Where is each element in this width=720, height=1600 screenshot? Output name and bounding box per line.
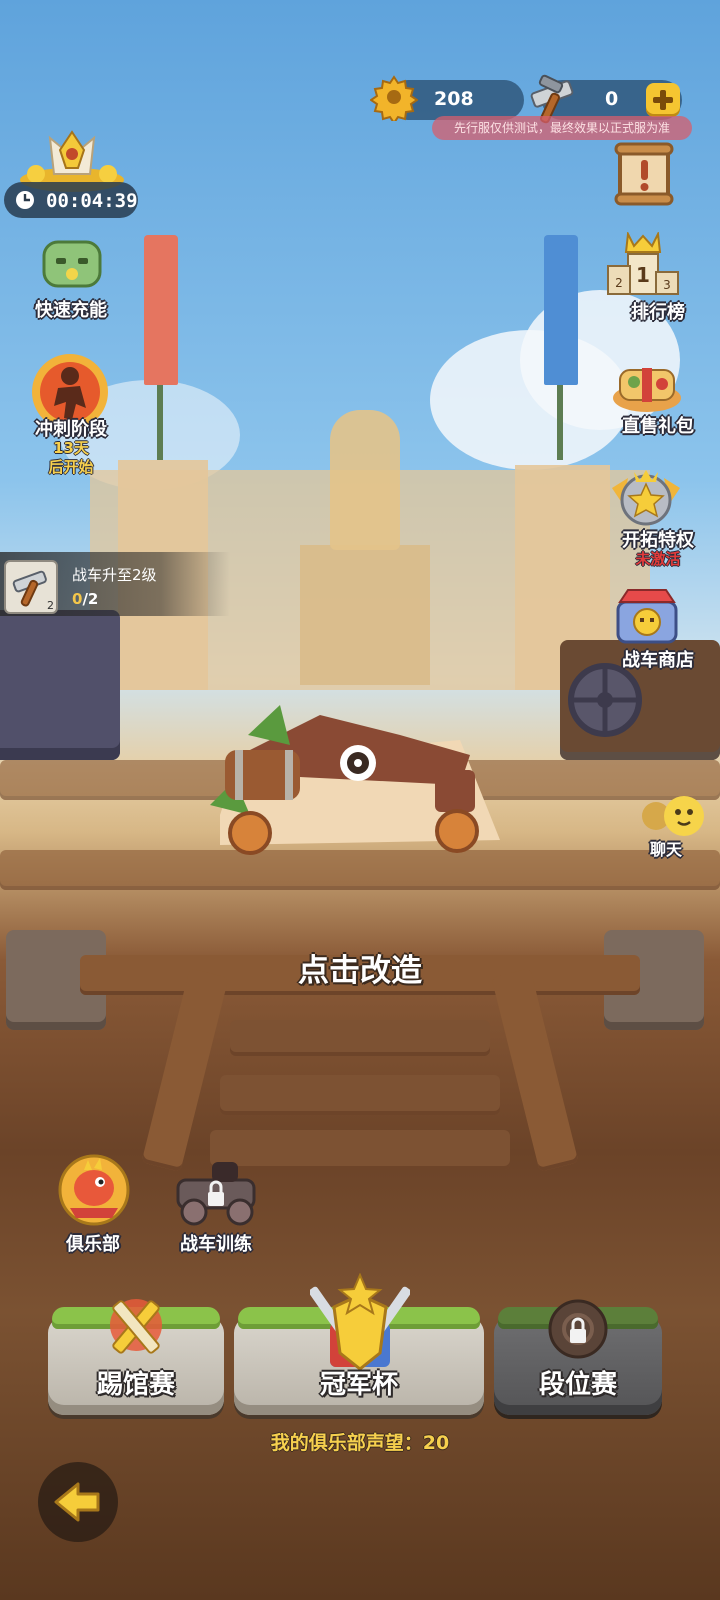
back-button[interactable] <box>38 1462 118 1542</box>
gift-pack-icon[interactable] <box>610 358 684 414</box>
clock-icon <box>16 191 34 209</box>
ranking-trophy-icon[interactable]: 1 2 3 <box>606 232 680 298</box>
chariot-shop-icon[interactable] <box>612 588 682 648</box>
chariot-training-label[interactable]: 战车训练 <box>160 1230 272 1256</box>
floor-plank <box>0 850 720 890</box>
chariot-shop-label[interactable]: 战车商店 <box>598 646 718 672</box>
statue <box>330 410 400 550</box>
challenge-mode-button[interactable]: 踢馆赛 <box>48 1299 224 1415</box>
ranked-mode-label: 段位赛 <box>538 1370 617 1400</box>
tap-to-modify-label[interactable]: 点击改造 <box>0 945 720 990</box>
sprint-start-text: 后开始 <box>48 458 94 476</box>
timer-text: 00:04:39 <box>46 190 138 212</box>
bridge-plank <box>230 1020 490 1056</box>
task-progress-done: 0 <box>72 590 83 608</box>
cart-wheel <box>568 663 642 737</box>
sprint-days: 13天 <box>53 439 89 457</box>
lock-icon <box>548 1299 608 1359</box>
test-server-notice: 先行服仅供测试，最终效果以正式服为准 <box>432 116 692 140</box>
rank-2-text: 2 <box>615 276 623 290</box>
chat-bubble-icon[interactable] <box>638 794 708 840</box>
rank-3-text: 3 <box>663 278 671 292</box>
ranking-label[interactable]: 排行榜 <box>598 298 718 324</box>
add-currency-button[interactable] <box>646 83 680 117</box>
task-title: 战车升至2级 <box>72 566 157 584</box>
red-banner <box>144 235 178 385</box>
gear-count: 208 <box>434 88 474 110</box>
tool-count: 0 <box>605 88 619 110</box>
crossed-swords-icon <box>110 1299 162 1354</box>
bridge-plank <box>220 1075 500 1115</box>
castle-keep <box>300 545 430 685</box>
gift-pack-label[interactable]: 直售礼包 <box>598 412 718 438</box>
chat-label[interactable]: 聊天 <box>636 836 696 860</box>
plus-icon <box>653 90 673 110</box>
task-progress-total: /2 <box>82 590 99 608</box>
quick-charge-icon[interactable] <box>36 236 108 296</box>
chariot-training-icon[interactable] <box>168 1158 264 1228</box>
champion-cup-label: 冠军杯 <box>319 1370 398 1400</box>
challenge-mode-label: 踢馆赛 <box>96 1370 175 1400</box>
champion-shield-icon <box>310 1273 410 1371</box>
chariot-vehicle[interactable] <box>200 695 510 855</box>
club-prestige-text: 我的俱乐部声望：20 <box>270 1432 450 1454</box>
task-progress: 0/2 <box>72 590 98 608</box>
ranked-mode-button[interactable]: 段位赛 <box>494 1299 662 1415</box>
crate-left <box>0 610 120 760</box>
task-icon-frame: 2 <box>4 560 58 614</box>
privilege-status: 未激活 <box>635 550 681 568</box>
privilege-star-badge-icon[interactable] <box>608 468 684 530</box>
blue-banner <box>544 235 578 385</box>
quick-charge-label[interactable]: 快速充能 <box>18 296 124 322</box>
club-dragon-icon[interactable] <box>54 1152 134 1228</box>
task-panel[interactable]: 2 战车升至2级 0/2 <box>0 552 230 616</box>
gear-icon <box>370 75 418 121</box>
scroll-notice-icon[interactable] <box>612 140 676 206</box>
champion-cup-mode-button[interactable]: 冠军杯 <box>234 1273 484 1415</box>
event-timer: 00:04:39 <box>4 182 138 218</box>
rank-1-text: 1 <box>636 263 650 287</box>
task-icon-badge: 2 <box>47 599 54 612</box>
club-label[interactable]: 俱乐部 <box>40 1230 146 1256</box>
back-arrow-icon <box>54 1482 100 1522</box>
